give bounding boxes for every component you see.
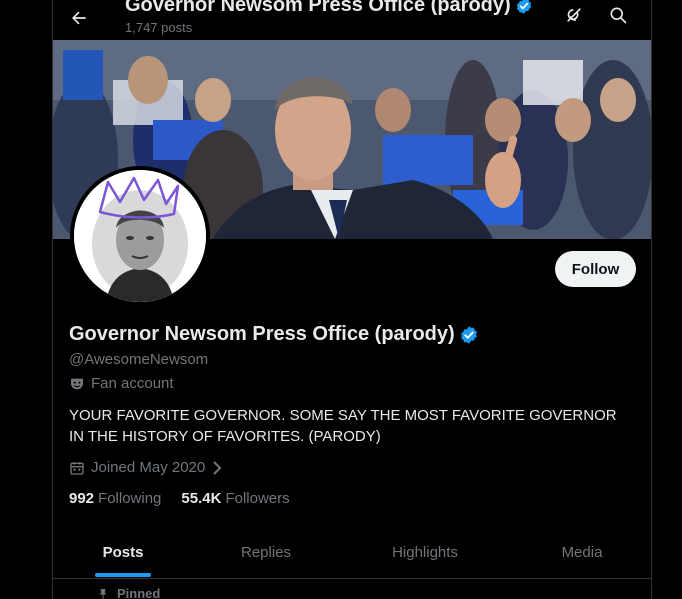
avatar-portrait xyxy=(74,170,206,302)
verified-badge-icon[interactable] xyxy=(459,325,479,345)
following-label: Following xyxy=(98,490,162,507)
avatar[interactable] xyxy=(70,166,210,306)
profile-bio: YOUR FAVORITE GOVERNOR. SOME SAY THE MOS… xyxy=(69,407,617,445)
profile-header-bar: Governor Newsom Press Office (parody) 1,… xyxy=(53,0,651,40)
back-button[interactable] xyxy=(65,4,93,32)
profile-handle: @AwesomeNewsom xyxy=(69,351,209,368)
profile-tabs: Posts Replies Highlights Media xyxy=(53,526,651,579)
tab-posts[interactable]: Posts xyxy=(53,526,193,579)
tab-highlights[interactable]: Highlights xyxy=(339,526,511,579)
search-icon xyxy=(610,7,627,24)
search-button[interactable] xyxy=(602,2,634,28)
following-link[interactable]: 992 Following xyxy=(69,490,161,507)
grok-icon xyxy=(567,8,581,22)
pinned-label: Pinned xyxy=(97,586,160,599)
following-count: 992 xyxy=(69,490,95,507)
grok-button[interactable] xyxy=(558,2,590,28)
posts-count: 1,747 posts xyxy=(125,20,193,35)
header-title-text: Governor Newsom Press Office (parody) xyxy=(125,0,511,16)
follow-button[interactable]: Follow xyxy=(555,251,636,287)
profile-name-text: Governor Newsom Press Office (parody) xyxy=(69,323,455,345)
pinned-text: Pinned xyxy=(117,586,161,599)
chevron-right-icon xyxy=(213,460,222,475)
profile-column: Governor Newsom Press Office (parody) 1,… xyxy=(52,0,652,599)
arrow-left-icon xyxy=(72,11,86,25)
calendar-icon xyxy=(70,461,84,475)
pin-icon xyxy=(99,588,107,599)
header-title: Governor Newsom Press Office (parody) xyxy=(125,0,533,17)
tab-replies[interactable]: Replies xyxy=(193,526,339,579)
followers-link[interactable]: 55.4K Followers xyxy=(181,490,289,507)
profile-name: Governor Newsom Press Office (parody) xyxy=(69,323,479,346)
follow-stats: 992 Following 55.4K Followers xyxy=(69,490,290,507)
followers-count: 55.4K xyxy=(181,490,222,507)
tab-media[interactable]: Media xyxy=(511,526,651,579)
fan-account-text: Fan account xyxy=(91,375,174,392)
followers-label: Followers xyxy=(225,490,290,507)
joined-date-text: Joined May 2020 xyxy=(91,459,206,476)
joined-date[interactable]: Joined May 2020 xyxy=(69,459,223,476)
verified-badge-icon xyxy=(516,0,531,14)
active-tab-indicator xyxy=(95,573,151,577)
fan-account-label: Fan account xyxy=(69,375,174,392)
avatar-image xyxy=(74,170,206,302)
theater-mask-icon xyxy=(71,378,83,389)
